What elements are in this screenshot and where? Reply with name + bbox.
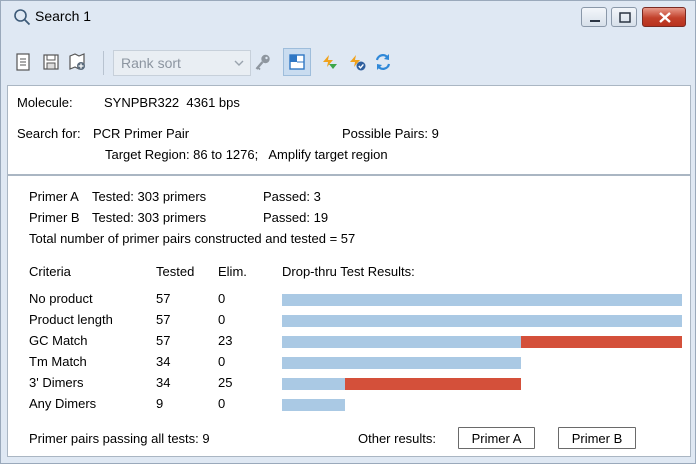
target-region: Target Region: 86 to 1276; Amplify targe…: [105, 147, 388, 162]
search-window: Search 1 Rank sort Molecule: SYNPBR322 4…: [0, 0, 696, 464]
criteria-elim: 0: [218, 396, 226, 411]
criteria-tested: 57: [156, 312, 171, 327]
header-elim: Elim.: [218, 264, 247, 279]
tested-bar: [282, 357, 521, 369]
rank-sort-select[interactable]: Rank sort: [113, 50, 251, 76]
other-results-label: Other results:: [358, 431, 437, 446]
criteria-name: No product: [29, 291, 93, 306]
save-icon[interactable]: [41, 52, 61, 72]
title-bar[interactable]: Search 1: [1, 1, 695, 33]
molecule-label: Molecule:: [17, 95, 73, 110]
criteria-elim: 0: [218, 291, 226, 306]
criteria-tested: 34: [156, 375, 171, 390]
criteria-elim: 0: [218, 354, 226, 369]
eliminated-bar: [345, 378, 521, 390]
criteria-elim: 23: [218, 333, 233, 348]
key-icon[interactable]: [253, 52, 273, 72]
molecule-value: SYNPBR322 4361 bps: [104, 95, 240, 110]
notes-icon[interactable]: [13, 52, 33, 72]
primer-b-button[interactable]: Primer B: [558, 427, 636, 449]
criteria-tested: 9: [156, 396, 164, 411]
search-for-value: PCR Primer Pair: [93, 126, 190, 141]
primer-b-passed: Passed: 19: [263, 210, 329, 225]
criteria-name: GC Match: [29, 333, 88, 348]
search-icon: [14, 9, 31, 26]
header-criteria: Criteria: [29, 264, 71, 279]
primer-b-label: Primer B: [29, 210, 80, 225]
maximize-button[interactable]: [611, 7, 637, 27]
criteria-name: Tm Match: [29, 354, 87, 369]
criteria-tested: 57: [156, 291, 171, 306]
criteria-name: Any Dimers: [29, 396, 97, 411]
refresh-icon[interactable]: [373, 52, 393, 72]
primer-a-label: Primer A: [29, 189, 79, 204]
toolbar: Rank sort: [7, 47, 691, 79]
criteria-elim: 0: [218, 312, 226, 327]
possible-pairs: Possible Pairs: 9: [342, 126, 439, 141]
toolbar-separator: [103, 51, 104, 75]
header-drop-thru: Drop-thru Test Results:: [282, 264, 415, 279]
header-tested: Tested: [156, 264, 195, 279]
chevron-down-icon: [234, 60, 244, 66]
tested-bar: [282, 315, 682, 327]
tested-bar: [282, 378, 346, 390]
eliminated-bar: [520, 336, 682, 348]
criteria-tested: 34: [156, 354, 171, 369]
run-check-icon[interactable]: [347, 52, 367, 72]
close-button[interactable]: [642, 7, 686, 27]
primer-a-passed: Passed: 3: [263, 189, 321, 204]
total-pairs-text: Total number of primer pairs constructed…: [29, 231, 356, 246]
tested-bar: [282, 399, 346, 411]
rank-sort-label: Rank sort: [121, 55, 181, 71]
run-search-icon[interactable]: [319, 52, 339, 72]
window-title: Search 1: [35, 8, 92, 24]
primer-a-tested: Tested: 303 primers: [92, 189, 207, 204]
primer-a-button[interactable]: Primer A: [458, 427, 535, 449]
criteria-tested: 57: [156, 333, 171, 348]
map-add-icon[interactable]: [67, 52, 87, 72]
search-for-label: Search for:: [17, 126, 81, 141]
tested-bar: [282, 336, 521, 348]
criteria-name: 3' Dimers: [29, 375, 84, 390]
passing-text: Primer pairs passing all tests: 9: [29, 431, 210, 446]
criteria-name: Product length: [29, 312, 113, 327]
close-icon: [659, 12, 671, 23]
maximize-icon: [619, 12, 631, 23]
results-panel: Primer A Tested: 303 primers Passed: 3 P…: [7, 175, 691, 457]
primer-b-tested: Tested: 303 primers: [92, 210, 207, 225]
criteria-elim: 25: [218, 375, 233, 390]
minimize-icon: [590, 20, 600, 22]
search-summary-panel: Molecule: SYNPBR322 4361 bps Search for:…: [7, 85, 691, 175]
minimize-button[interactable]: [581, 7, 607, 27]
tested-bar: [282, 294, 682, 306]
panel-view-icon[interactable]: [287, 52, 307, 72]
